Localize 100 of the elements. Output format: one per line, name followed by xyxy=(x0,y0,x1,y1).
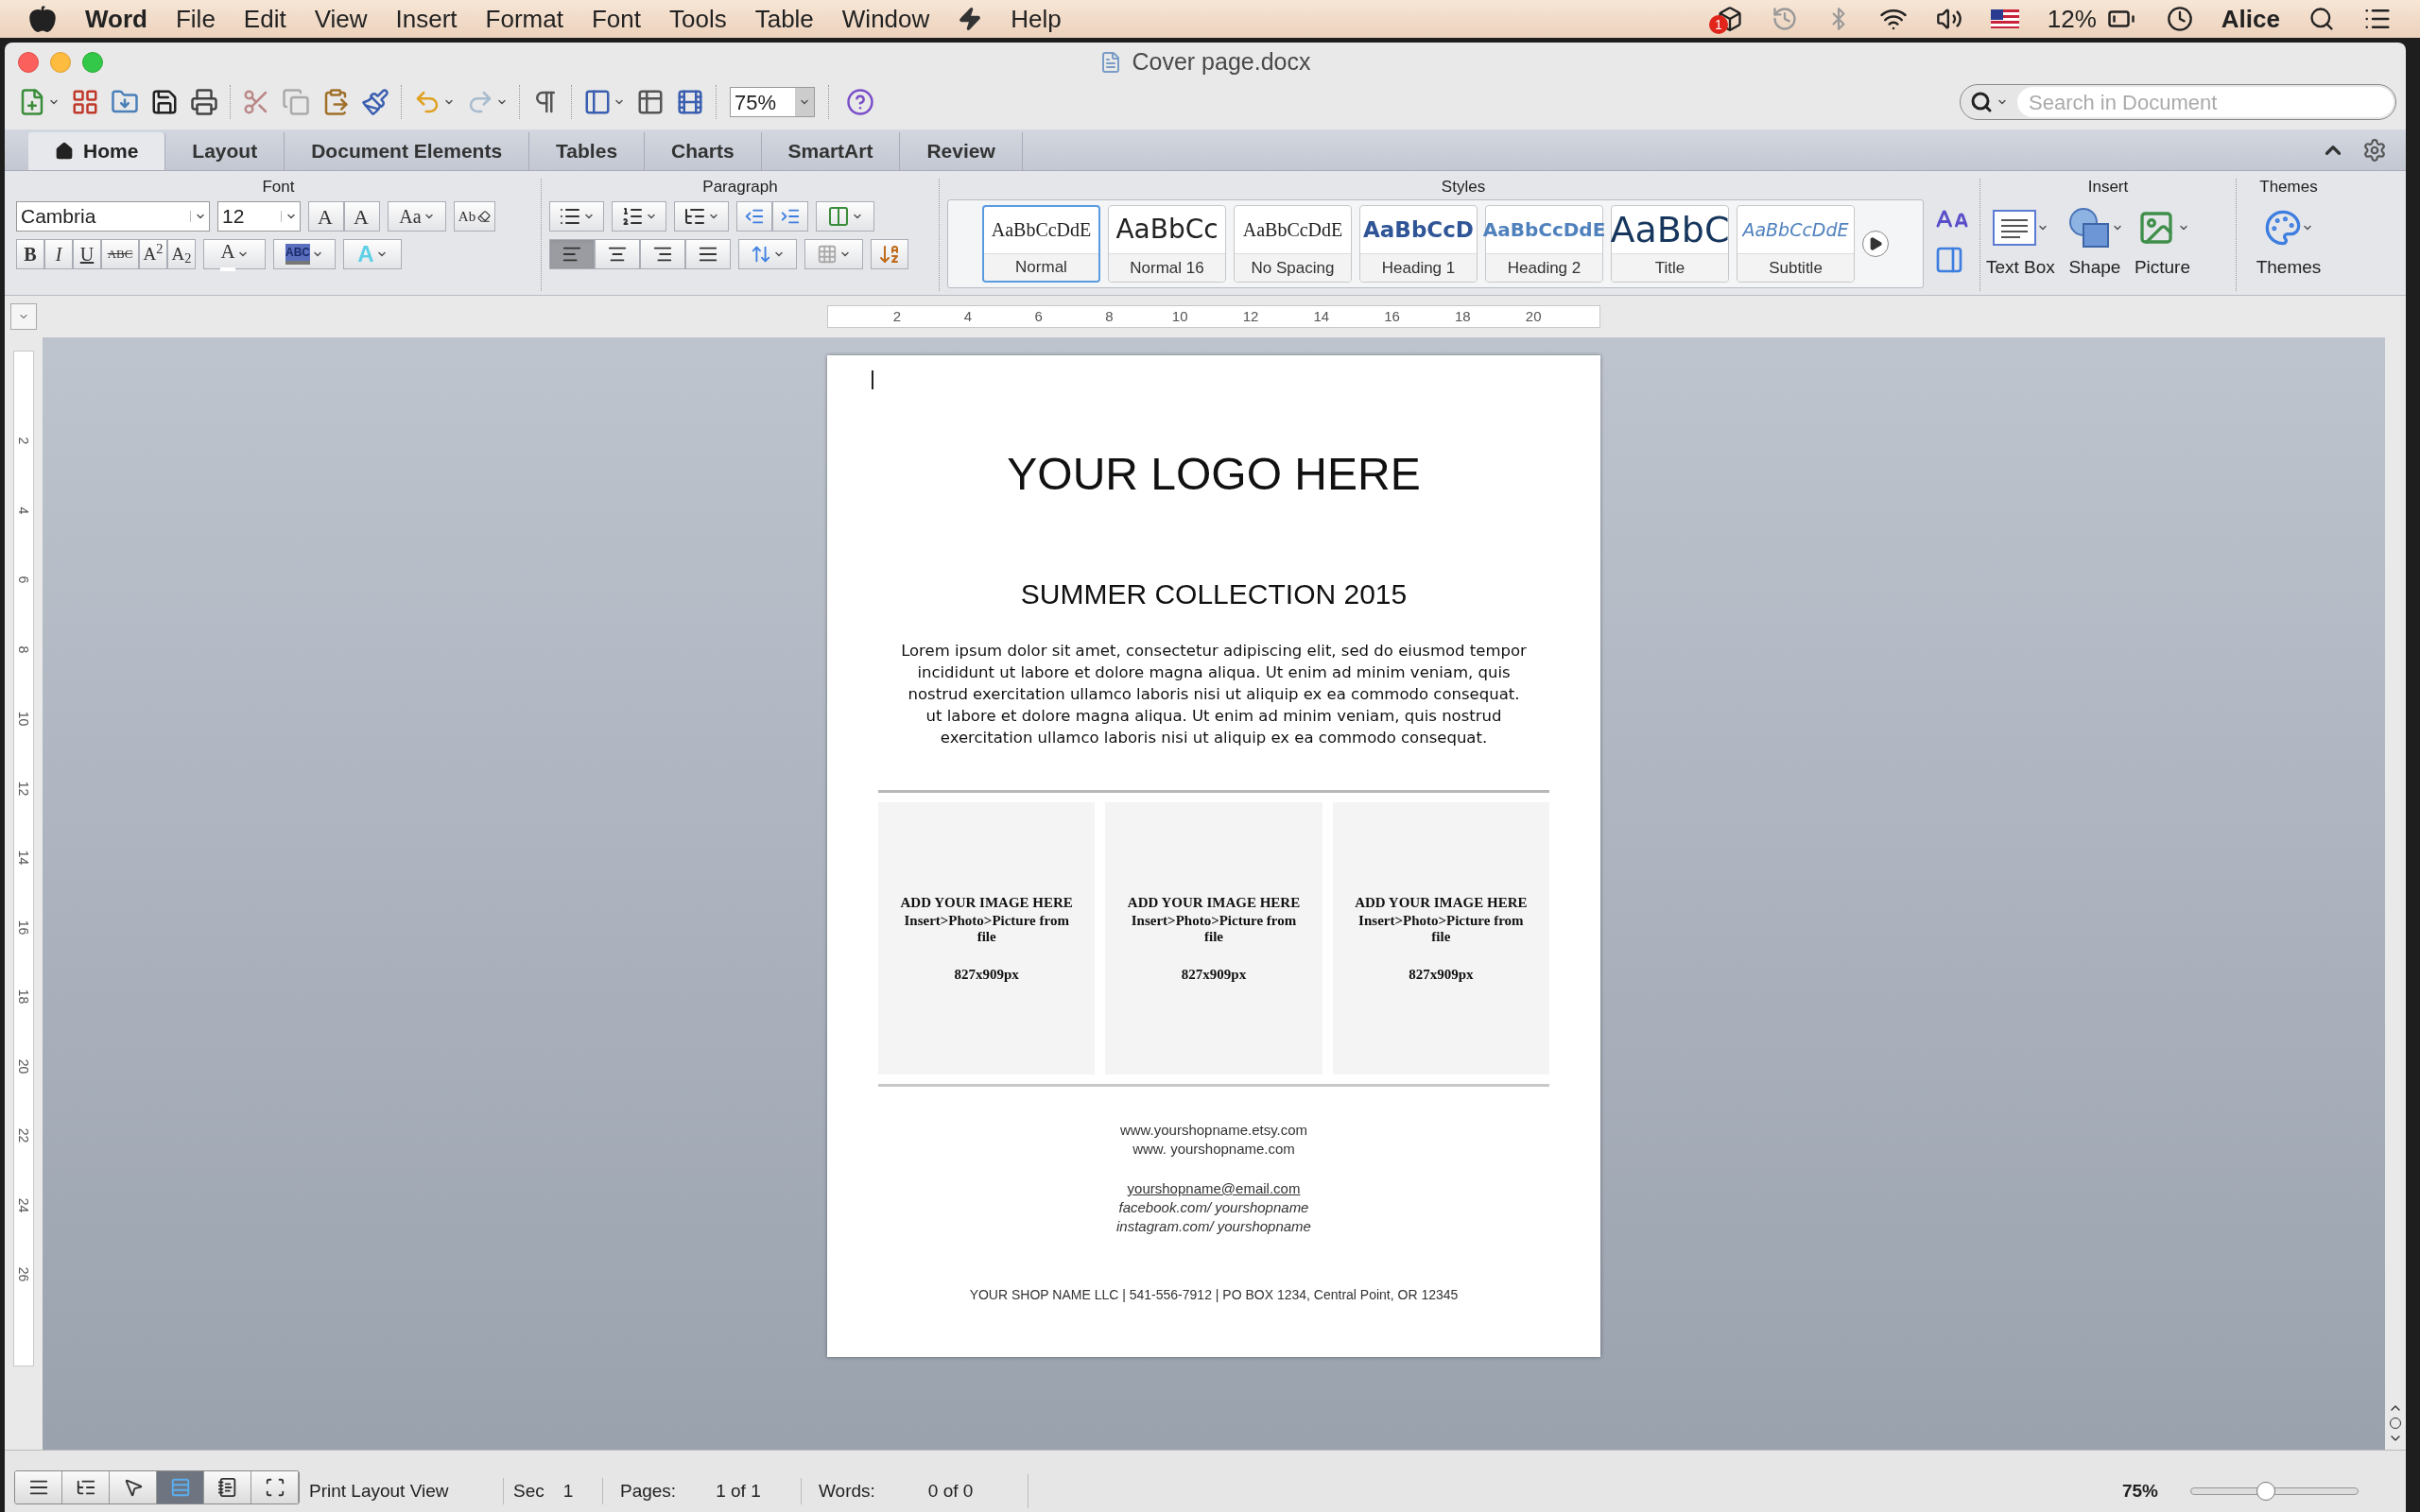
clear-formatting-button[interactable]: Ab xyxy=(454,201,495,232)
align-right-button[interactable] xyxy=(640,239,685,269)
next-styles-icon[interactable] xyxy=(1862,231,1889,257)
style-swatch[interactable]: AaBbCcDdE Heading 2 xyxy=(1485,205,1603,283)
ribbon-tab[interactable]: Charts xyxy=(645,132,762,170)
placeholder-size: 827x909px xyxy=(1181,966,1247,984)
slider-thumb[interactable] xyxy=(2256,1482,2276,1501)
format-painter-icon xyxy=(361,88,389,116)
user-name[interactable]: Alice xyxy=(2221,0,2280,38)
social-link[interactable]: instagram.com/ yourshopname xyxy=(1116,1217,1311,1236)
bullets-button[interactable] xyxy=(549,201,604,232)
text-box-icon xyxy=(1992,209,2038,247)
style-swatch[interactable]: AaBbCcDdE No Spacing xyxy=(1234,205,1352,283)
align-center-button[interactable] xyxy=(595,239,640,269)
notebook-view-button[interactable] xyxy=(204,1471,251,1503)
app-menu[interactable]: Word xyxy=(85,0,147,38)
ribbon-tab[interactable]: Home xyxy=(28,132,166,170)
menu-item[interactable]: Edit xyxy=(243,0,286,38)
superscript-button[interactable]: A$^{2}$ xyxy=(139,239,167,269)
font-size-field[interactable]: 12 xyxy=(217,201,301,232)
footer-text: YOUR SHOP NAME LLC | 541-556-7912 | PO BOX 1234, Central Point, OR 12345 xyxy=(969,1286,1459,1304)
subscript-button[interactable]: A$_{2}$ xyxy=(167,239,196,269)
search-field[interactable]: Search in Document xyxy=(1960,84,2396,120)
align-left-button[interactable] xyxy=(549,239,595,269)
sidebar-icon xyxy=(583,88,612,116)
search-icon xyxy=(1970,91,1993,113)
media-icon xyxy=(676,88,704,116)
ribbon-tab[interactable]: Tables xyxy=(529,132,646,170)
text-box-button[interactable]: Text Box xyxy=(1986,201,2055,282)
menu-item[interactable]: Tools xyxy=(668,0,727,38)
font-name-field[interactable]: Cambria xyxy=(16,201,210,232)
outline-view-button[interactable] xyxy=(62,1471,110,1503)
ruler-number: 6 xyxy=(1033,306,1044,326)
social-link[interactable]: facebook.com/ yourshopname xyxy=(1118,1198,1309,1217)
group-title: Insert xyxy=(2087,177,2129,196)
font-color-button[interactable]: A xyxy=(203,239,266,269)
box-icon[interactable] xyxy=(1716,6,1743,32)
menu-item[interactable]: Help xyxy=(1011,0,1062,38)
eraser-icon xyxy=(477,210,492,223)
menu-item[interactable]: File xyxy=(175,0,216,38)
search-icon[interactable] xyxy=(2308,6,2335,32)
ribbon-tab[interactable]: Document Elements xyxy=(285,132,530,170)
zoom-field[interactable]: 75% xyxy=(730,87,815,117)
full-screen-view-button[interactable] xyxy=(251,1471,299,1503)
justify-button[interactable] xyxy=(685,239,731,269)
sort-icon xyxy=(878,243,901,266)
strikethrough-button[interactable]: ABC xyxy=(101,239,139,269)
group-title: Themes xyxy=(2259,177,2318,196)
email-link[interactable]: yourshopname@email.com xyxy=(1127,1179,1301,1198)
ribbon-tab[interactable]: Layout xyxy=(165,132,285,170)
menu-item[interactable]: Window xyxy=(841,0,930,38)
menu-item[interactable]: Insert xyxy=(395,0,458,38)
section-label: Sec xyxy=(513,1479,544,1503)
ruler-number: 14 xyxy=(15,850,33,866)
text-cursor xyxy=(872,370,873,389)
placeholder-title: ADD YOUR IMAGE HERE xyxy=(1355,893,1528,912)
ruler-number: 4 xyxy=(15,507,33,515)
italic-button[interactable]: I xyxy=(44,239,73,269)
bold-button[interactable]: B xyxy=(16,239,44,269)
multilevel-list-button[interactable] xyxy=(674,201,729,232)
ribbon-tab[interactable]: Review xyxy=(900,132,1023,170)
close-button[interactable] xyxy=(18,52,39,73)
underline-button[interactable]: U xyxy=(73,239,101,269)
palette-icon xyxy=(2264,209,2302,247)
line-spacing-button[interactable] xyxy=(738,239,797,269)
ruler-number: 4 xyxy=(962,306,973,326)
ruler-number: 10 xyxy=(1170,306,1189,326)
decrease-indent-button[interactable] xyxy=(736,201,772,232)
publishing-view-button[interactable] xyxy=(110,1471,157,1503)
style-swatch[interactable]: AaBbCcDdE Subtitle xyxy=(1737,205,1855,283)
picture-button[interactable]: Picture xyxy=(2134,201,2190,282)
style-swatch[interactable]: AaBbC Title xyxy=(1611,205,1729,283)
style-swatch[interactable]: AaBbCcDdE Normal xyxy=(982,205,1100,283)
grow-font-button[interactable]: A xyxy=(308,201,344,232)
numbering-icon xyxy=(621,205,644,228)
menu-item[interactable]: View xyxy=(314,0,368,38)
shrink-font-button[interactable]: A xyxy=(344,201,380,232)
settings-icon[interactable] xyxy=(2362,138,2387,163)
menu-item[interactable]: Format xyxy=(485,0,563,38)
shape-button[interactable]: Shape xyxy=(2066,201,2123,282)
ribbon-tab[interactable]: SmartArt xyxy=(761,132,901,170)
ruler-number: 22 xyxy=(15,1127,33,1143)
ruler-number: 8 xyxy=(1104,306,1115,326)
change-case-button[interactable]: Aa xyxy=(388,201,446,232)
themes-button[interactable]: Themes xyxy=(2242,201,2335,282)
apple-icon[interactable] xyxy=(28,5,57,33)
menu-item[interactable]: Table xyxy=(754,0,814,38)
style-swatch[interactable]: AaBbCc Normal 16 xyxy=(1108,205,1226,283)
columns-icon xyxy=(827,205,850,228)
columns-button[interactable] xyxy=(816,201,874,232)
draft-view-button[interactable] xyxy=(15,1471,62,1503)
numbering-button[interactable] xyxy=(612,201,666,232)
borders-icon xyxy=(817,244,838,265)
increase-indent-button[interactable] xyxy=(772,201,808,232)
menu-item[interactable]: Font xyxy=(591,0,641,38)
style-swatch[interactable]: AaBbCcD Heading 1 xyxy=(1359,205,1478,283)
flag-icon[interactable] xyxy=(1990,9,2019,28)
ruler-number: 20 xyxy=(15,1058,33,1074)
clock-icon[interactable] xyxy=(2166,6,2193,32)
sort-button[interactable] xyxy=(871,239,908,269)
